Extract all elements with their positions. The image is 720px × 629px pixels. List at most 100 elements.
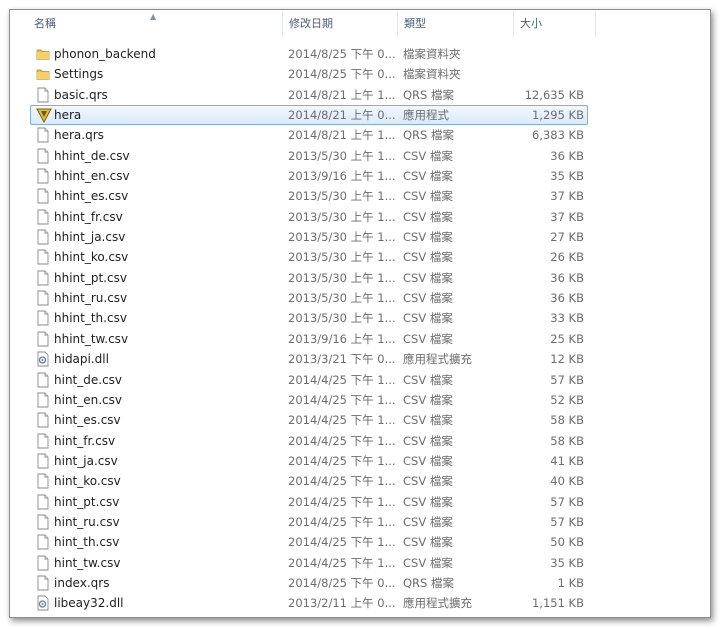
file-size: 12 KB [550, 352, 584, 367]
file-name: hera.qrs [54, 128, 104, 143]
file-icon [36, 392, 50, 408]
file-row[interactable]: hhint_de.csv 2013/5/30 上午 1... CSV 檔案 36 KB [10, 146, 710, 166]
column-header-size[interactable]: 大小 [513, 10, 596, 38]
file-row[interactable]: hint_ko.csv 2014/4/25 下午 1... CSV 檔案 40 KB [10, 471, 710, 491]
file-type: 應用程式擴充 [403, 352, 472, 367]
file-size: 50 KB [550, 535, 584, 550]
file-name: index.qrs [54, 575, 110, 590]
file-row[interactable]: hint_fr.csv 2014/4/25 下午 1... CSV 檔案 58 KB [10, 431, 710, 451]
file-type: 應用程式擴充 [403, 596, 472, 611]
file-row[interactable]: hhint_pt.csv 2013/5/30 上午 1... CSV 檔案 36 KB [10, 268, 710, 288]
file-type: CSV 檔案 [403, 209, 453, 224]
file-name: hint_en.csv [54, 392, 123, 407]
file-row[interactable]: index.qrs 2014/8/25 下午 0... QRS 檔案 1 KB [10, 573, 710, 593]
file-name: hint_tw.csv [54, 555, 121, 570]
file-type: QRS 檔案 [403, 575, 454, 590]
file-row[interactable]: hint_es.csv 2014/4/25 下午 1... CSV 檔案 58 KB [10, 410, 710, 430]
file-row[interactable]: hidapi.dll 2013/3/21 下午 0... 應用程式擴充 12 KB [10, 349, 710, 369]
file-type: CSV 檔案 [403, 270, 453, 285]
file-size: 6,383 KB [531, 128, 584, 143]
folder-icon [36, 66, 50, 82]
file-row[interactable]: hhint_ja.csv 2013/5/30 上午 1... CSV 檔案 27 KB [10, 227, 710, 247]
dll-icon [36, 351, 50, 367]
file-name: phonon_backend [54, 47, 156, 61]
file-row[interactable]: hhint_es.csv 2013/5/30 上午 1... CSV 檔案 37 KB [10, 186, 710, 206]
app-icon [36, 107, 52, 124]
file-date: 2014/4/25 下午 1... [288, 535, 396, 550]
file-type: QRS 檔案 [403, 128, 454, 143]
file-row[interactable]: hhint_tw.csv 2013/9/16 上午 1... CSV 檔案 25 KB [10, 329, 710, 349]
file-date: 2014/4/25 下午 1... [288, 413, 396, 428]
column-header-name[interactable]: 名稱 [34, 10, 284, 38]
column-header-size-label: 大小 [520, 17, 542, 30]
file-size: 57 KB [550, 494, 584, 509]
file-row[interactable]: hint_ja.csv 2014/4/25 下午 1... CSV 檔案 41 KB [10, 451, 710, 471]
file-date: 2014/8/25 下午 0... [288, 575, 396, 590]
file-name: hhint_ko.csv [54, 250, 129, 265]
file-row[interactable]: hhint_fr.csv 2013/5/30 上午 1... CSV 檔案 37 KB [10, 207, 710, 227]
file-size: 1,295 KB [531, 108, 584, 123]
file-type: CSV 檔案 [403, 494, 453, 509]
file-name: hint_ru.csv [54, 514, 120, 529]
file-row[interactable]: hint_ru.csv 2014/4/25 下午 1... CSV 檔案 57 KB [10, 512, 710, 532]
file-name: hint_de.csv [54, 372, 123, 387]
folder-icon [36, 46, 50, 62]
file-size: 1 KB [557, 575, 584, 590]
file-row[interactable]: basic.qrs 2014/8/21 上午 1... QRS 檔案 12,635 K… [10, 85, 710, 105]
file-date: 2013/5/30 上午 1... [288, 291, 396, 306]
file-row[interactable]: hhint_ko.csv 2013/5/30 上午 1... CSV 檔案 26 KB [10, 247, 710, 267]
dll-icon [36, 595, 50, 611]
file-date: 2013/5/30 上午 1... [288, 230, 396, 245]
file-type: CSV 檔案 [403, 311, 453, 326]
file-size: 36 KB [550, 270, 584, 285]
file-type: CSV 檔案 [403, 413, 453, 428]
file-type: 檔案資料夾 [403, 67, 461, 82]
file-type: 檔案資料夾 [403, 47, 461, 61]
file-row[interactable]: hint_en.csv 2014/4/25 下午 1... CSV 檔案 52 KB [10, 390, 710, 410]
column-header-type[interactable]: 類型 [397, 10, 514, 38]
file-row[interactable]: Settings 2014/8/25 下午 0... 檔案資料夾 [10, 64, 710, 84]
file-row[interactable]: hint_th.csv 2014/4/25 下午 1... CSV 檔案 50 KB [10, 532, 710, 552]
file-date: 2014/4/25 下午 1... [288, 555, 396, 570]
file-icon [36, 127, 50, 143]
file-size: 27 KB [550, 230, 584, 245]
file-row[interactable]: phonon_backend 2014/8/25 下午 0... 檔案資料夾 [10, 44, 710, 64]
file-size: 25 KB [550, 331, 584, 346]
file-icon [36, 310, 50, 326]
column-header-date[interactable]: 修改日期 [282, 10, 401, 38]
file-row[interactable]: hhint_ru.csv 2013/5/30 上午 1... CSV 檔案 36 KB [10, 288, 710, 308]
file-row[interactable]: hera.qrs 2014/8/21 上午 1... QRS 檔案 6,383 KB [10, 125, 710, 145]
file-date: 2014/8/21 上午 1... [288, 87, 396, 102]
file-size: 57 KB [550, 372, 584, 387]
file-icon [36, 188, 50, 204]
file-name: libeay32.dll [54, 596, 124, 611]
file-row[interactable]: hera 2014/8/21 上午 0... 應用程式 1,295 KB [10, 105, 710, 126]
file-name: hint_th.csv [54, 535, 120, 550]
column-header-bar: ▲ 名稱 修改日期 類型 大小 [10, 10, 710, 38]
file-row[interactable]: hint_de.csv 2014/4/25 下午 1... CSV 檔案 57 KB [10, 370, 710, 390]
file-name: hint_ja.csv [54, 453, 118, 468]
file-type: CSV 檔案 [403, 291, 453, 306]
file-row[interactable]: libeay32.dll 2013/2/11 上午 0... 應用程式擴充 1,151… [10, 593, 710, 613]
file-date: 2014/8/25 下午 0... [288, 47, 396, 61]
file-row[interactable]: hint_tw.csv 2014/4/25 下午 1... CSV 檔案 35 KB [10, 553, 710, 573]
file-type: CSV 檔案 [403, 433, 453, 448]
file-size: 36 KB [550, 148, 584, 163]
file-name: hhint_th.csv [54, 311, 127, 326]
file-name: hidapi.dll [54, 352, 109, 367]
file-date: 2013/5/30 上午 1... [288, 270, 396, 285]
column-header-spacer [595, 10, 710, 38]
file-name: hint_fr.csv [54, 433, 116, 448]
file-row[interactable]: hint_pt.csv 2014/4/25 下午 1... CSV 檔案 57 KB [10, 492, 710, 512]
file-icon [36, 249, 50, 265]
file-name: hhint_es.csv [54, 189, 129, 204]
file-date: 2014/4/25 下午 1... [288, 433, 396, 448]
file-row[interactable]: hhint_th.csv 2013/5/30 上午 1... CSV 檔案 33 KB [10, 308, 710, 328]
file-name: hhint_ja.csv [54, 230, 126, 245]
file-type: CSV 檔案 [403, 169, 453, 184]
file-icon [36, 270, 50, 286]
file-name: hhint_fr.csv [54, 209, 123, 224]
file-row[interactable]: hhint_en.csv 2013/9/16 上午 1... CSV 檔案 35 KB [10, 166, 710, 186]
file-date: 2014/4/25 下午 1... [288, 494, 396, 509]
file-type: 應用程式 [403, 108, 449, 123]
